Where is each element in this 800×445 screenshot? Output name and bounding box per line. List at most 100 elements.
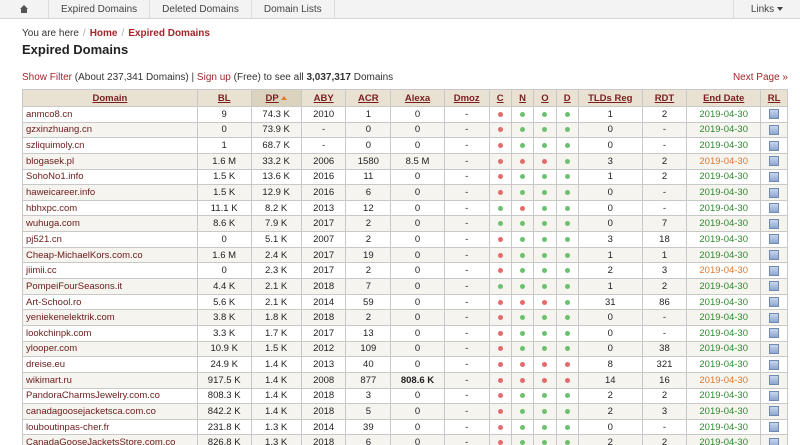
cell-aby[interactable]: - xyxy=(300,137,347,154)
cell-net-status[interactable] xyxy=(510,418,535,436)
domain-link[interactable]: SohoNo1.info xyxy=(22,168,198,186)
cell-tlds-reg[interactable]: 0 xyxy=(577,137,643,154)
cell-org-status[interactable] xyxy=(533,199,557,217)
col-header-tlds-reg[interactable]: TLDs Reg xyxy=(577,89,643,107)
cell-tlds-reg[interactable]: 0 xyxy=(577,324,643,342)
cell-net-status[interactable] xyxy=(510,324,535,342)
cell-tlds-reg[interactable]: 3 xyxy=(577,152,643,170)
cell-com-status[interactable] xyxy=(488,246,512,264)
cell-org-status[interactable] xyxy=(533,152,557,170)
cell-tlds-reg[interactable]: 0 xyxy=(577,184,643,201)
cell-aby[interactable]: - xyxy=(300,121,347,139)
cell-rl[interactable] xyxy=(760,231,788,248)
cell-net-status[interactable] xyxy=(510,309,535,326)
cell-rdt[interactable]: - xyxy=(641,121,688,139)
col-header-n[interactable]: N xyxy=(510,89,535,107)
cell-alexa[interactable]: 0 xyxy=(390,246,445,264)
cell-acr[interactable]: 0 xyxy=(345,137,392,154)
cell-bl[interactable]: 231.8 K xyxy=(196,418,252,436)
cell-bl[interactable]: 10.9 K xyxy=(196,340,252,358)
cell-dp[interactable]: 73.9 K xyxy=(250,121,302,139)
cell-tlds-reg[interactable]: 1 xyxy=(577,246,643,264)
cell-aby[interactable]: 2018 xyxy=(300,434,347,445)
cell-acr[interactable]: 109 xyxy=(345,340,392,358)
cell-rdt[interactable]: - xyxy=(641,309,688,326)
cell-com-status[interactable] xyxy=(488,168,512,186)
cell-org-status[interactable] xyxy=(533,293,557,311)
show-filter-link[interactable]: Show Filter xyxy=(22,72,72,83)
cell-de-status[interactable] xyxy=(555,199,579,217)
cell-bl[interactable]: 1.6 M xyxy=(196,152,252,170)
cell-org-status[interactable] xyxy=(533,184,557,201)
nav-domain-lists[interactable]: Domain Lists xyxy=(252,0,335,18)
cell-dp[interactable]: 33.2 K xyxy=(250,152,302,170)
cell-net-status[interactable] xyxy=(510,121,535,139)
cell-org-status[interactable] xyxy=(533,324,557,342)
cell-net-status[interactable] xyxy=(510,152,535,170)
cell-rl[interactable] xyxy=(760,199,788,217)
cell-rl[interactable] xyxy=(760,387,788,405)
cell-aby[interactable]: 2006 xyxy=(300,152,347,170)
cell-acr[interactable]: 3 xyxy=(345,387,392,405)
home-button[interactable] xyxy=(0,0,49,18)
cell-org-status[interactable] xyxy=(533,137,557,154)
cell-de-status[interactable] xyxy=(555,231,579,248)
cell-de-status[interactable] xyxy=(555,137,579,154)
cell-dp[interactable]: 8.2 K xyxy=(250,199,302,217)
cell-de-status[interactable] xyxy=(555,340,579,358)
cell-alexa[interactable]: 0 xyxy=(390,137,445,154)
registrar-lookup-icon[interactable] xyxy=(769,124,780,135)
cell-rl[interactable] xyxy=(760,278,788,295)
cell-tlds-reg[interactable]: 3 xyxy=(577,231,643,248)
cell-acr[interactable]: 2 xyxy=(345,215,392,233)
cell-tlds-reg[interactable]: 8 xyxy=(577,356,643,373)
domain-link[interactable]: pj521.cn xyxy=(22,231,198,248)
cell-dp[interactable]: 1.4 K xyxy=(250,356,302,373)
cell-com-status[interactable] xyxy=(488,387,512,405)
cell-rdt[interactable]: - xyxy=(641,137,688,154)
cell-de-status[interactable] xyxy=(555,403,579,420)
cell-dp[interactable]: 1.4 K xyxy=(250,387,302,405)
cell-bl[interactable]: 0 xyxy=(196,121,252,139)
cell-rl[interactable] xyxy=(760,356,788,373)
cell-alexa[interactable]: 0 xyxy=(390,231,445,248)
cell-alexa[interactable]: 0 xyxy=(390,293,445,311)
cell-rl[interactable] xyxy=(760,246,788,264)
cell-de-status[interactable] xyxy=(555,215,579,233)
cell-bl[interactable]: 917.5 K xyxy=(196,371,252,389)
cell-rl[interactable] xyxy=(760,106,788,123)
registrar-lookup-icon[interactable] xyxy=(769,422,780,433)
cell-net-status[interactable] xyxy=(510,184,535,201)
registrar-lookup-icon[interactable] xyxy=(769,375,780,386)
cell-alexa[interactable]: 808.6 K xyxy=(390,371,445,389)
cell-de-status[interactable] xyxy=(555,121,579,139)
cell-aby[interactable]: 2018 xyxy=(300,387,347,405)
cell-rdt[interactable]: 2 xyxy=(641,168,688,186)
cell-de-status[interactable] xyxy=(555,434,579,445)
cell-bl[interactable]: 3.3 K xyxy=(196,324,252,342)
cell-com-status[interactable] xyxy=(488,340,512,358)
cell-rl[interactable] xyxy=(760,403,788,420)
cell-alexa[interactable]: 0 xyxy=(390,106,445,123)
cell-alexa[interactable]: 0 xyxy=(390,121,445,139)
cell-rdt[interactable]: 1 xyxy=(641,246,688,264)
cell-alexa[interactable]: 0 xyxy=(390,278,445,295)
cell-rl[interactable] xyxy=(760,262,788,280)
cell-bl[interactable]: 1.5 K xyxy=(196,184,252,201)
cell-com-status[interactable] xyxy=(488,199,512,217)
cell-tlds-reg[interactable]: 1 xyxy=(577,168,643,186)
cell-com-status[interactable] xyxy=(488,262,512,280)
cell-de-status[interactable] xyxy=(555,262,579,280)
cell-bl[interactable]: 0 xyxy=(196,231,252,248)
cell-bl[interactable]: 0 xyxy=(196,262,252,280)
cell-rl[interactable] xyxy=(760,168,788,186)
cell-org-status[interactable] xyxy=(533,371,557,389)
cell-alexa[interactable]: 0 xyxy=(390,184,445,201)
cell-acr[interactable]: 6 xyxy=(345,184,392,201)
cell-com-status[interactable] xyxy=(488,184,512,201)
cell-rdt[interactable]: 86 xyxy=(641,293,688,311)
cell-bl[interactable]: 5.6 K xyxy=(196,293,252,311)
cell-tlds-reg[interactable]: 1 xyxy=(577,278,643,295)
cell-alexa[interactable]: 8.5 M xyxy=(390,152,445,170)
cell-aby[interactable]: 2012 xyxy=(300,340,347,358)
